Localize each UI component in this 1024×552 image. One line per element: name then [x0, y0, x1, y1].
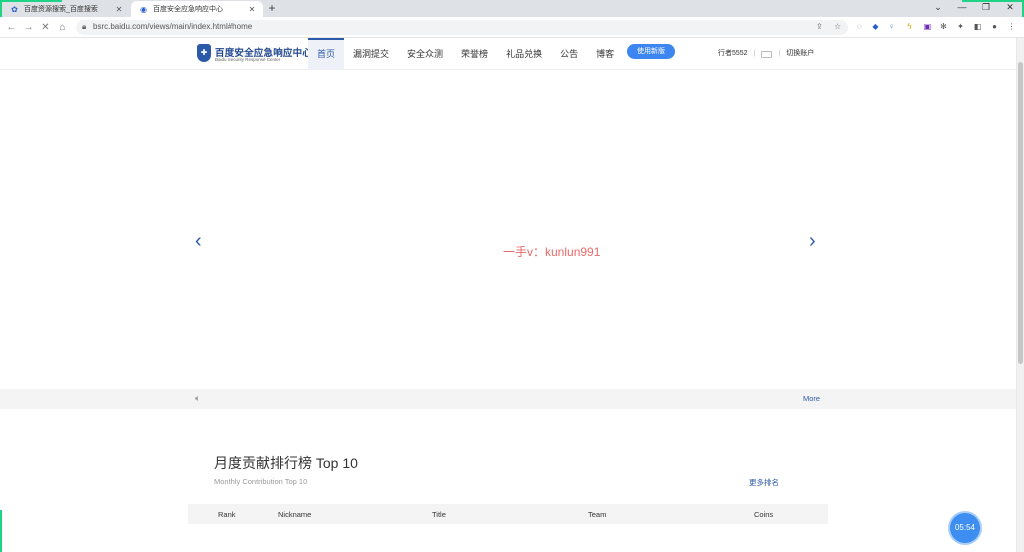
- side-panel-icon[interactable]: ◧: [972, 21, 983, 32]
- separator: |: [753, 50, 756, 57]
- extension-icon[interactable]: ◌: [854, 21, 865, 32]
- column-header-coins: Coins: [754, 510, 774, 519]
- user-area: 行者5552 | | 切换账户: [718, 38, 814, 70]
- restore-button[interactable]: ❐: [975, 0, 997, 14]
- url-text: bsrc.baidu.com/views/main/index.html#hom…: [93, 22, 253, 31]
- nav-home[interactable]: 首页: [308, 38, 345, 70]
- extension-badge-icon[interactable]: ▣: [922, 21, 933, 32]
- share-icon[interactable]: ⇪: [816, 22, 823, 31]
- capture-border-mark: [0, 510, 2, 552]
- browser-tabstrip: ✿ 百度资源搜索_百度搜索 ✕ ◉ 百度安全应急响应中心 ✕ + ⌄ — ❐ ✕: [0, 0, 1024, 17]
- logo-subtitle: Baidu Security Response Center: [215, 57, 281, 62]
- stop-loading-icon[interactable]: ✕: [39, 21, 52, 34]
- lock-icon: 🔒︎: [82, 22, 87, 31]
- tab-title: 百度资源搜索_百度搜索: [24, 6, 98, 13]
- tab-search-chevron-icon[interactable]: ⌄: [927, 0, 949, 14]
- address-bar[interactable]: 🔒︎ bsrc.baidu.com/views/main/index.html#…: [76, 20, 848, 35]
- capture-border-mark: [0, 0, 62, 2]
- back-arrow-icon[interactable]: ←: [5, 21, 18, 34]
- new-tab-button[interactable]: +: [266, 2, 278, 15]
- carousel-next-icon[interactable]: ›: [809, 231, 816, 251]
- main-nav: 首页 漏洞提交 安全众测 荣誉榜 礼品兑换 公告 博客: [308, 38, 623, 70]
- notice-more-link[interactable]: More: [803, 394, 820, 403]
- tab-baidu-search[interactable]: ✿ 百度资源搜索_百度搜索 ✕: [2, 1, 130, 17]
- column-header-rank: Rank: [218, 510, 236, 519]
- forward-arrow-icon[interactable]: →: [22, 21, 35, 34]
- nav-gift-exchange[interactable]: 礼品兑换: [497, 38, 551, 70]
- username-link[interactable]: 行者5552: [718, 38, 748, 70]
- nav-crowd-test[interactable]: 安全众测: [398, 38, 452, 70]
- nav-announcements[interactable]: 公告: [551, 38, 587, 70]
- new-version-button[interactable]: 使用新版: [627, 44, 675, 59]
- ranking-table-header: Rank Nickname Title Team Coins: [188, 504, 828, 524]
- bsrc-swirl-icon: ◉: [140, 4, 147, 14]
- minimize-button[interactable]: —: [951, 0, 973, 14]
- extensions-puzzle-icon[interactable]: ✦: [955, 21, 966, 32]
- tab-title: 百度安全应急响应中心: [153, 6, 223, 13]
- ranking-subtitle: Monthly Contribution Top 10: [214, 477, 308, 486]
- close-icon[interactable]: ✕: [114, 5, 124, 14]
- notice-bar: 🔈︎ More: [0, 389, 1016, 409]
- browser-menu-icon[interactable]: ⋮: [1006, 21, 1017, 32]
- separator: |: [778, 50, 781, 57]
- window-close-button[interactable]: ✕: [999, 0, 1021, 14]
- extension-bolt-icon[interactable]: ϟ: [904, 21, 915, 32]
- column-header-team: Team: [588, 510, 607, 519]
- mail-icon[interactable]: [761, 50, 773, 58]
- column-header-nickname: Nickname: [278, 510, 312, 519]
- close-icon[interactable]: ✕: [247, 5, 257, 14]
- site-header: ✚ 百度安全应急响应中心 Baidu Security Response Cen…: [0, 38, 1016, 70]
- capture-border-mark: [962, 0, 1024, 2]
- page-scrollbar[interactable]: [1016, 38, 1024, 552]
- profile-avatar-icon[interactable]: ●: [989, 21, 1000, 32]
- scrollbar-thumb[interactable]: [1018, 62, 1023, 364]
- home-icon[interactable]: ⌂: [56, 21, 69, 34]
- switch-account-link[interactable]: 切换账户: [786, 38, 814, 70]
- site-logo[interactable]: ✚ 百度安全应急响应中心 Baidu Security Response Cen…: [197, 44, 312, 64]
- timer-badge[interactable]: 05:54: [950, 513, 980, 543]
- extension-shield-icon[interactable]: ◆: [870, 21, 881, 32]
- column-header-title: Title: [432, 510, 446, 519]
- nav-honor-list[interactable]: 荣誉榜: [452, 38, 497, 70]
- tab-bsrc[interactable]: ◉ 百度安全应急响应中心 ✕: [131, 1, 263, 17]
- ranking-title: 月度贡献排行榜 Top 10: [214, 455, 358, 471]
- nav-submit-bug[interactable]: 漏洞提交: [344, 38, 398, 70]
- extension-pin-icon[interactable]: ♀: [886, 21, 897, 32]
- bookmark-star-icon[interactable]: ☆: [834, 22, 841, 31]
- shield-icon: ✚: [197, 44, 211, 62]
- nav-blog[interactable]: 博客: [587, 38, 623, 70]
- speaker-icon: 🔈︎: [195, 393, 201, 403]
- carousel-prev-icon[interactable]: ‹: [195, 231, 202, 251]
- watermark-text: 一手v：kunlun991: [503, 245, 601, 259]
- baidu-paw-icon: ✿: [11, 4, 18, 14]
- more-ranking-link[interactable]: 更多排名: [749, 477, 779, 488]
- banner-carousel: ‹ › 一手v：kunlun991: [0, 71, 1016, 389]
- extension-gear-icon[interactable]: ✻: [938, 21, 949, 32]
